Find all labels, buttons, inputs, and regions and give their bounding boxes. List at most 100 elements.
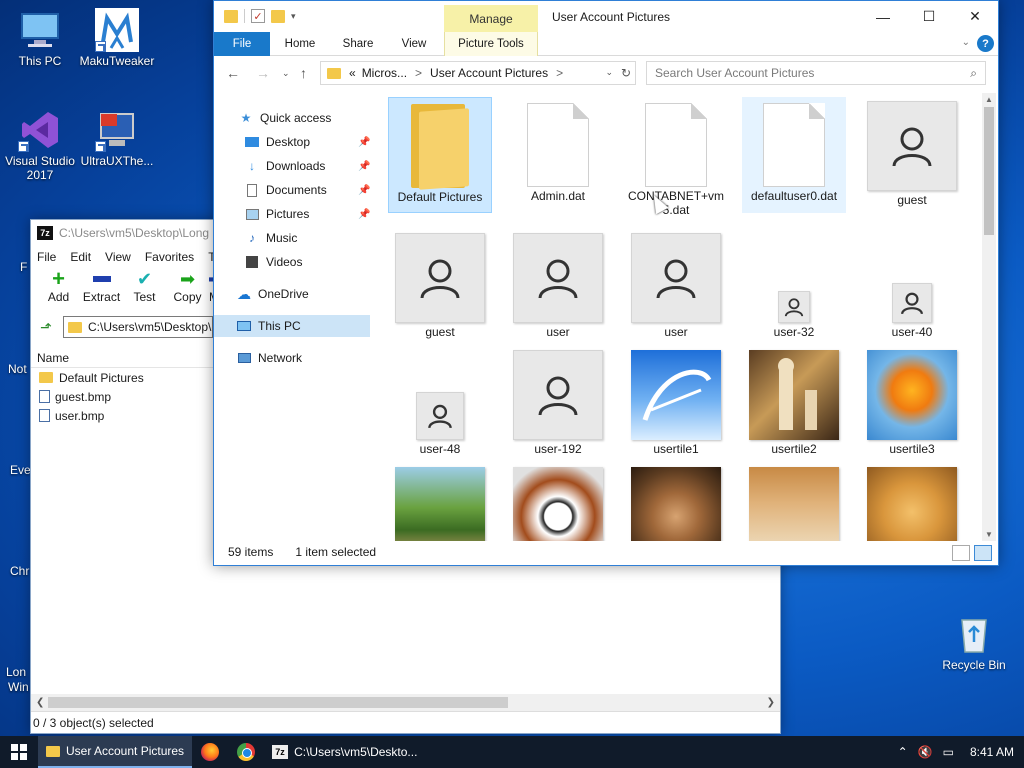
taskbar-app-explorer[interactable]: User Account Pictures <box>38 736 193 768</box>
forward-button[interactable]: → <box>256 65 270 81</box>
clock[interactable]: 8:41 AM <box>970 745 1014 759</box>
scroll-right-icon[interactable]: ❯ <box>767 697 775 708</box>
file-item[interactable]: Default Pictures <box>388 97 492 213</box>
large-icons-view-icon[interactable] <box>974 545 992 561</box>
desktop-icon-ultrauxthemepatcher[interactable]: UltraUXThe... <box>77 108 157 168</box>
details-view-icon[interactable] <box>952 545 970 561</box>
file-item[interactable]: Admin.dat <box>506 97 610 213</box>
file-item[interactable] <box>506 463 610 541</box>
up-folder-icon[interactable]: ⬏ <box>35 317 57 337</box>
pin-icon[interactable]: 📌 <box>358 185 370 196</box>
pin-icon[interactable]: 📌 <box>358 209 370 220</box>
file-item[interactable]: user-32 <box>742 229 846 345</box>
test-button[interactable]: ✔ Test <box>123 268 166 305</box>
taskbar-app-7zip[interactable]: 7z C:\Users\vm5\Deskto... <box>264 736 425 768</box>
network-icon[interactable]: ▭ <box>943 745 954 759</box>
nav-item-downloads[interactable]: ↓ Downloads 📌 <box>244 155 372 177</box>
file-item[interactable] <box>742 463 846 541</box>
file-item[interactable]: guest <box>388 229 492 345</box>
maximize-button[interactable]: ☐ <box>906 1 952 32</box>
desktop-icon-visual-studio[interactable]: Visual Studio 2017 <box>0 108 80 182</box>
menu-favorites[interactable]: Favorites <box>145 250 194 264</box>
desktop-icon-partial[interactable]: Not <box>8 362 27 376</box>
explorer-window[interactable]: ✓ ▾ Manage User Account Pictures — ☐ ✕ F… <box>213 0 999 566</box>
pin-icon[interactable]: 📌 <box>358 137 370 148</box>
copy-button[interactable]: ➡ Copy <box>166 268 209 305</box>
scrollbar-thumb[interactable] <box>984 107 994 235</box>
breadcrumb-parent[interactable]: Micros... <box>362 66 407 80</box>
recent-locations-icon[interactable]: ⌄ <box>282 68 290 79</box>
properties-icon[interactable]: ✓ <box>251 9 265 23</box>
tab-share[interactable]: Share <box>334 32 382 56</box>
show-hidden-icons-icon[interactable]: ⌃ <box>898 745 908 759</box>
nav-item-network[interactable]: Network <box>236 347 302 369</box>
scroll-down-icon[interactable]: ▼ <box>985 530 993 539</box>
desktop-icon-makutweaker[interactable]: MakuTweaker <box>77 8 157 68</box>
new-folder-icon[interactable] <box>271 9 285 23</box>
sevenzip-path-field[interactable]: C:\Users\vm5\Desktop\L <box>63 316 213 338</box>
nav-item-documents[interactable]: Documents 📌 <box>244 179 372 201</box>
breadcrumb-separator[interactable]: > <box>415 66 422 80</box>
file-item[interactable]: user-192 <box>506 346 610 462</box>
desktop-icon-partial[interactable]: Lon <box>6 665 26 679</box>
help-icon[interactable]: ? <box>977 35 994 52</box>
vertical-scrollbar[interactable]: ▲ ▼ <box>982 93 996 541</box>
horizontal-scrollbar[interactable]: ❮ ❯ <box>31 694 780 711</box>
breadcrumb-current[interactable]: User Account Pictures <box>430 66 548 80</box>
nav-item-music[interactable]: ♪ Music <box>244 227 297 249</box>
file-item[interactable]: guest <box>860 97 964 213</box>
tab-file[interactable]: File <box>214 32 270 56</box>
up-button[interactable]: ↑ <box>300 65 307 81</box>
extract-button[interactable]: Extract <box>80 268 123 304</box>
breadcrumb-overflow[interactable]: « <box>349 66 356 80</box>
file-item[interactable]: user <box>624 229 728 345</box>
file-item[interactable]: defaultuser0.dat <box>742 97 846 213</box>
taskbar-firefox[interactable] <box>200 742 220 762</box>
scroll-up-icon[interactable]: ▲ <box>985 95 993 104</box>
desktop-icon-partial[interactable]: Chr <box>10 564 29 578</box>
tab-manage[interactable]: Manage <box>444 5 538 32</box>
close-button[interactable]: ✕ <box>952 1 998 32</box>
file-item[interactable]: user-48 <box>388 346 492 462</box>
file-item[interactable]: usertile2 <box>742 346 846 462</box>
file-item[interactable] <box>860 463 964 541</box>
start-button[interactable] <box>0 736 38 768</box>
refresh-icon[interactable]: ↻ <box>621 66 631 80</box>
address-bar[interactable]: « Micros... > User Account Pictures > ⌄ … <box>320 61 636 85</box>
expand-ribbon-icon[interactable]: ⌄ <box>962 37 970 48</box>
add-button[interactable]: + Add <box>37 266 80 304</box>
back-button[interactable]: ← <box>226 65 240 81</box>
desktop-icon-partial[interactable]: Eve <box>10 463 31 477</box>
nav-item-desktop[interactable]: Desktop 📌 <box>244 131 372 153</box>
file-item[interactable]: usertile1 <box>624 346 728 462</box>
menu-file[interactable]: File <box>37 250 56 264</box>
taskbar-chrome[interactable] <box>236 742 256 762</box>
tab-view[interactable]: View <box>392 32 436 56</box>
minimize-button[interactable]: — <box>860 1 906 32</box>
file-item[interactable]: user-40 <box>860 229 964 345</box>
volume-muted-icon[interactable]: 🔇 <box>918 745 933 759</box>
desktop-icon-this-pc[interactable]: This PC <box>0 8 80 68</box>
search-input[interactable]: Search User Account Pictures ⌕ <box>646 61 986 85</box>
nav-item-onedrive[interactable]: ☁ OneDrive <box>236 283 309 305</box>
desktop-icon-partial[interactable]: Win <box>8 680 29 694</box>
nav-item-this-pc[interactable]: This PC <box>214 315 370 337</box>
customize-qat-icon[interactable]: ▾ <box>291 11 296 22</box>
nav-item-quick-access[interactable]: ★ Quick access <box>238 107 332 129</box>
desktop-icon-partial[interactable]: F <box>20 260 27 274</box>
tab-home[interactable]: Home <box>276 32 324 56</box>
file-item[interactable] <box>388 463 492 541</box>
scroll-left-icon[interactable]: ❮ <box>36 697 44 708</box>
nav-item-videos[interactable]: Videos <box>244 251 302 273</box>
explorer-title-bar[interactable]: ✓ ▾ Manage User Account Pictures — ☐ ✕ <box>214 1 998 32</box>
file-item[interactable]: CONTABNET+vm5.dat <box>624 97 728 217</box>
file-item[interactable]: usertile3 <box>860 346 964 462</box>
file-item[interactable] <box>624 463 728 541</box>
pin-icon[interactable]: 📌 <box>358 161 370 172</box>
scrollbar-thumb[interactable] <box>48 697 508 708</box>
tab-picture-tools[interactable]: Picture Tools <box>444 32 538 56</box>
desktop-icon-recycle-bin[interactable]: Recycle Bin <box>934 612 1014 672</box>
menu-view[interactable]: View <box>105 250 131 264</box>
menu-edit[interactable]: Edit <box>70 250 91 264</box>
breadcrumb-separator[interactable]: > <box>556 66 563 80</box>
